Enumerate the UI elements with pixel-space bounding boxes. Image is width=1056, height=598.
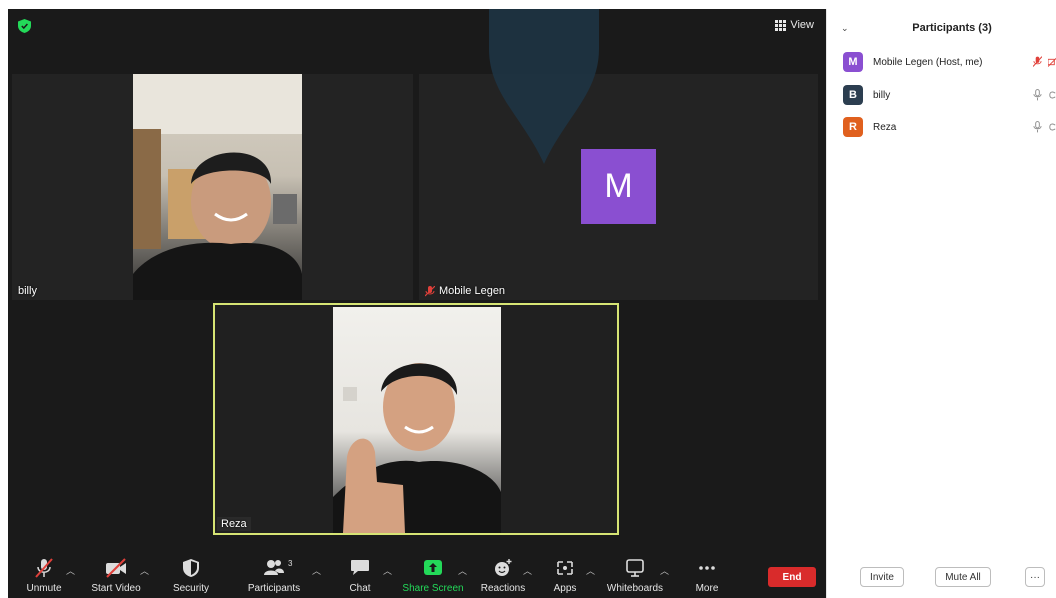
participants-label: Participants <box>247 583 301 594</box>
encryption-shield-icon[interactable] <box>18 19 31 33</box>
participant-status-icons <box>1033 56 1056 68</box>
participant-status-icons <box>1033 121 1056 133</box>
unmute-label: Unmute <box>26 583 62 594</box>
participant-avatar: B <box>843 85 863 105</box>
video-off-icon <box>1048 57 1056 67</box>
participant-name-label: Mobile Legen <box>425 285 505 297</box>
video-icon <box>1049 123 1056 131</box>
video-options-chevron-up-icon[interactable]: ︿ <box>140 564 149 577</box>
participant-name: Reza <box>873 121 897 133</box>
end-meeting-button[interactable]: End <box>768 567 816 587</box>
share-screen-arrow-icon <box>424 560 442 575</box>
meeting-top-bar: View <box>8 9 826 45</box>
muted-microphone-icon <box>1033 56 1042 67</box>
grid-view-icon <box>775 19 787 31</box>
chat-options-chevron-up-icon[interactable]: ︿ <box>383 564 392 577</box>
audio-options-chevron-up-icon[interactable]: ︿ <box>66 564 75 577</box>
participants-panel-footer: Invite Mute All ··· <box>827 567 1056 591</box>
microphone-icon <box>1033 121 1042 133</box>
participants-panel: ⌄ Participants (3) M Mobile Legen (Host,… <box>826 9 1056 598</box>
video-tile-reza[interactable]: Reza <box>213 303 619 535</box>
whiteboard-icon <box>626 559 644 577</box>
mute-all-button[interactable]: Mute All <box>935 567 991 587</box>
security-label: Security <box>172 583 210 594</box>
security-button[interactable]: Security <box>156 558 226 594</box>
participant-avatar: R <box>843 117 863 137</box>
more-label: More <box>695 583 719 594</box>
meeting-toolbar: Unmute ︿ Start Video ︿ Security Particip… <box>8 556 826 598</box>
participant-name-label: Reza <box>217 517 251 531</box>
participant-name: Mobile Legen (Host, me) <box>873 56 983 68</box>
person-video-image <box>133 74 302 300</box>
meeting-window: View billy M Mobile Legen Reza Unmute ︿ … <box>8 9 826 598</box>
participants-count-badge: 3 <box>288 559 293 568</box>
video-tile-mobile-legen[interactable]: M Mobile Legen <box>419 74 818 300</box>
apps-options-chevron-up-icon[interactable]: ︿ <box>586 564 595 577</box>
more-button[interactable]: More <box>672 558 742 594</box>
muted-microphone-icon <box>425 285 435 296</box>
video-feed-reza <box>333 307 501 533</box>
video-feed-billy <box>133 74 302 300</box>
reactions-label: Reactions <box>480 583 526 594</box>
start-video-label: Start Video <box>91 583 141 594</box>
panel-title: Participants (3) <box>912 22 992 34</box>
view-button[interactable]: View <box>775 19 814 31</box>
participant-name-text: Mobile Legen <box>439 285 506 297</box>
share-options-chevron-up-icon[interactable]: ︿ <box>458 564 467 577</box>
apps-icon <box>557 561 573 575</box>
whiteboards-label: Whiteboards <box>606 583 664 594</box>
participants-options-chevron-up-icon[interactable]: ︿ <box>312 564 321 577</box>
chat-bubble-icon <box>351 560 369 575</box>
microphone-icon <box>1033 89 1042 101</box>
video-tile-billy[interactable]: billy <box>12 74 413 300</box>
chat-label: Chat <box>349 583 371 594</box>
whiteboards-options-chevron-up-icon[interactable]: ︿ <box>660 564 669 577</box>
more-dots-icon <box>699 566 715 570</box>
participants-button[interactable]: Participants <box>239 558 309 594</box>
security-shield-icon <box>183 559 199 577</box>
invite-button[interactable]: Invite <box>860 567 904 587</box>
participant-avatar: M <box>843 52 863 72</box>
decorative-bookmark-shape <box>489 9 599 164</box>
participant-name-label: billy <box>18 285 37 297</box>
apps-label: Apps <box>553 583 577 594</box>
video-off-icon <box>106 558 126 578</box>
participant-row[interactable]: B billy <box>843 84 1056 106</box>
participant-status-icons <box>1033 89 1056 101</box>
participant-row[interactable]: R Reza <box>843 116 1056 138</box>
view-label: View <box>790 19 814 31</box>
muted-microphone-icon <box>35 558 53 578</box>
participant-name: billy <box>873 89 891 101</box>
more-options-button[interactable]: ··· <box>1025 567 1045 587</box>
participant-row[interactable]: M Mobile Legen (Host, me) <box>843 51 1056 73</box>
video-icon <box>1049 91 1056 99</box>
share-screen-label: Share Screen <box>402 583 464 594</box>
person-video-image <box>333 363 501 533</box>
participants-icon <box>264 560 284 575</box>
reaction-smiley-icon <box>495 559 512 576</box>
